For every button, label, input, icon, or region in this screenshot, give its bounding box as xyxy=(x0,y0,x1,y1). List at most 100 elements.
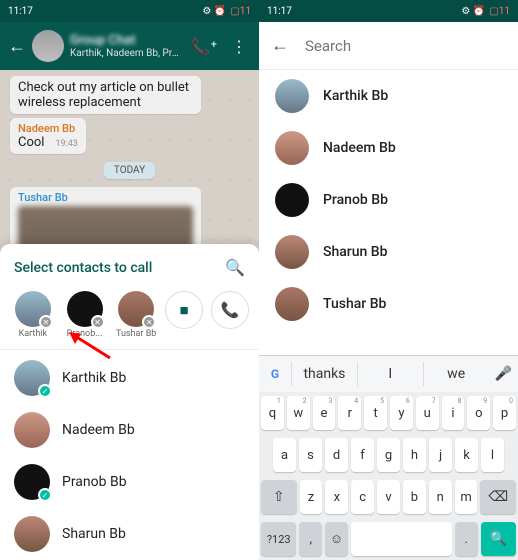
key-a[interactable]: a xyxy=(273,438,296,472)
message-sender: Tushar Bb xyxy=(18,191,193,204)
left-phone: 11:17 ⚙ ⏰ ▢11 ← Group Chat Karthik, Nade… xyxy=(0,0,259,560)
video-call-button[interactable]: ■ xyxy=(165,291,203,329)
add-call-icon[interactable]: 📞⁺ xyxy=(187,37,221,56)
status-bar: 11:17 ⚙ ⏰ ▢11 xyxy=(259,0,518,22)
key-h[interactable]: h xyxy=(403,438,426,472)
contact-name: Sharun Bb xyxy=(62,526,126,542)
suggestion[interactable]: thanks xyxy=(291,362,357,386)
check-icon: ✓ xyxy=(38,488,52,502)
battery-icon: ▢11 xyxy=(230,6,251,17)
key-z[interactable]: z xyxy=(300,480,323,514)
contact-name: Pranob Bb xyxy=(323,192,388,208)
day-separator: TODAY xyxy=(104,162,155,179)
key-y[interactable]: y6 xyxy=(390,396,413,430)
key-g[interactable]: g xyxy=(377,438,400,472)
contact-row[interactable]: Sharun Bb xyxy=(0,508,259,560)
key-row-1: q1w2e3r4t5y6u7i8o9p0 xyxy=(259,392,518,434)
contact-name: Nadeem Bb xyxy=(323,140,396,156)
selected-name: Pranob... xyxy=(67,329,103,339)
selected-contacts-row: ✕ Karthik ✕ Pranob... ✕ Tushar Bb ■ 📞 xyxy=(0,287,259,347)
key-n[interactable]: n xyxy=(429,480,452,514)
chat-title: Group Chat xyxy=(70,33,181,48)
message-text: Cool xyxy=(18,135,44,150)
key-s[interactable]: s xyxy=(299,438,322,472)
key-j[interactable]: j xyxy=(429,438,452,472)
message-bubble[interactable]: Check out my article on bullet wireless … xyxy=(10,76,201,114)
status-time: 11:17 xyxy=(8,6,33,17)
key-b[interactable]: b xyxy=(403,480,426,514)
key-d[interactable]: d xyxy=(325,438,348,472)
contact-row[interactable]: Karthik Bb xyxy=(259,70,518,122)
sheet-header: Select contacts to call 🔍 xyxy=(0,244,259,287)
key-t[interactable]: t5 xyxy=(364,396,387,430)
key-x[interactable]: x xyxy=(325,480,348,514)
contact-row[interactable]: ✓ Pranob Bb xyxy=(0,456,259,508)
selected-contact[interactable]: ✕ Tushar Bb xyxy=(113,291,159,339)
symbols-key[interactable]: ?123 xyxy=(261,522,296,556)
key-f[interactable]: f xyxy=(351,438,374,472)
key-e[interactable]: e3 xyxy=(313,396,336,430)
message-text: Check out my article on bullet wireless … xyxy=(18,80,193,110)
battery-icon: ▢11 xyxy=(489,6,510,17)
chat-subtitle: Karthik, Nadeem Bb, Pranob Bb,... xyxy=(70,48,181,59)
chat-title-box[interactable]: Group Chat Karthik, Nadeem Bb, Pranob Bb… xyxy=(70,33,181,59)
voice-call-button[interactable]: 📞 xyxy=(211,291,249,329)
key-p[interactable]: p0 xyxy=(493,396,516,430)
selected-contact[interactable]: ✕ Karthik xyxy=(10,291,56,339)
key-c[interactable]: c xyxy=(351,480,374,514)
selected-name: Tushar Bb xyxy=(116,329,156,339)
suggestion[interactable]: we xyxy=(423,362,489,386)
status-icons: ⚙ ⏰ ▢11 xyxy=(202,6,251,17)
period-key[interactable]: . xyxy=(455,522,478,556)
contact-row[interactable]: Nadeem Bb xyxy=(259,122,518,174)
suggestion[interactable]: I xyxy=(357,362,423,386)
contact-name: Pranob Bb xyxy=(62,474,127,490)
key-r[interactable]: r4 xyxy=(338,396,361,430)
contact-name: Karthik Bb xyxy=(323,88,388,104)
comma-key[interactable]: , xyxy=(299,522,322,556)
key-k[interactable]: k xyxy=(455,438,478,472)
google-icon[interactable]: G xyxy=(265,364,285,384)
status-icons: ⚙ ⏰ ▢11 xyxy=(461,6,510,17)
mic-icon[interactable]: 🎤 xyxy=(489,366,512,382)
key-o[interactable]: o9 xyxy=(467,396,490,430)
contact-row[interactable]: Tushar Bb xyxy=(259,278,518,330)
remove-icon[interactable]: ✕ xyxy=(142,315,156,329)
contact-row[interactable]: ✓ Karthik Bb xyxy=(0,352,259,404)
group-avatar[interactable] xyxy=(32,30,64,62)
backspace-key[interactable]: ⌫ xyxy=(480,480,516,514)
sheet-title: Select contacts to call xyxy=(14,260,152,276)
suggestion-bar: G thanks I we 🎤 xyxy=(259,356,518,392)
key-v[interactable]: v xyxy=(377,480,400,514)
back-icon[interactable]: ← xyxy=(271,35,289,56)
key-i[interactable]: i8 xyxy=(442,396,465,430)
key-q[interactable]: q1 xyxy=(261,396,284,430)
contact-name: Karthik Bb xyxy=(62,370,126,386)
status-bar: 11:17 ⚙ ⏰ ▢11 xyxy=(0,0,259,22)
search-input[interactable] xyxy=(305,37,506,55)
selected-contact[interactable]: ✕ Pranob... xyxy=(62,291,108,339)
back-icon[interactable]: ← xyxy=(8,36,26,57)
status-time: 11:17 xyxy=(267,6,292,17)
contact-row[interactable]: Sharun Bb xyxy=(259,226,518,278)
remove-icon[interactable]: ✕ xyxy=(91,315,105,329)
chat-header: ← Group Chat Karthik, Nadeem Bb, Pranob … xyxy=(0,22,259,70)
message-bubble[interactable]: Nadeem Bb Cool 19:43 xyxy=(10,118,86,154)
contact-row[interactable]: Pranob Bb xyxy=(259,174,518,226)
message-time: 19:43 xyxy=(55,139,77,149)
search-key[interactable]: 🔍 xyxy=(481,522,516,556)
shift-key[interactable]: ⇧ xyxy=(261,480,297,514)
more-icon[interactable]: ⋮ xyxy=(227,37,251,56)
search-icon[interactable]: 🔍 xyxy=(225,258,245,277)
remove-icon[interactable]: ✕ xyxy=(39,315,53,329)
emoji-key[interactable]: ☺ xyxy=(325,522,348,556)
contact-row[interactable]: Nadeem Bb xyxy=(0,404,259,456)
selected-name: Karthik xyxy=(19,329,47,339)
key-l[interactable]: l xyxy=(481,438,504,472)
space-key[interactable] xyxy=(351,522,452,556)
search-results[interactable]: Karthik Bb Nadeem Bb Pranob Bb Sharun Bb… xyxy=(259,70,518,355)
key-u[interactable]: u7 xyxy=(416,396,439,430)
key-w[interactable]: w2 xyxy=(287,396,310,430)
message-sender: Nadeem Bb xyxy=(18,122,78,135)
key-m[interactable]: m xyxy=(455,480,478,514)
